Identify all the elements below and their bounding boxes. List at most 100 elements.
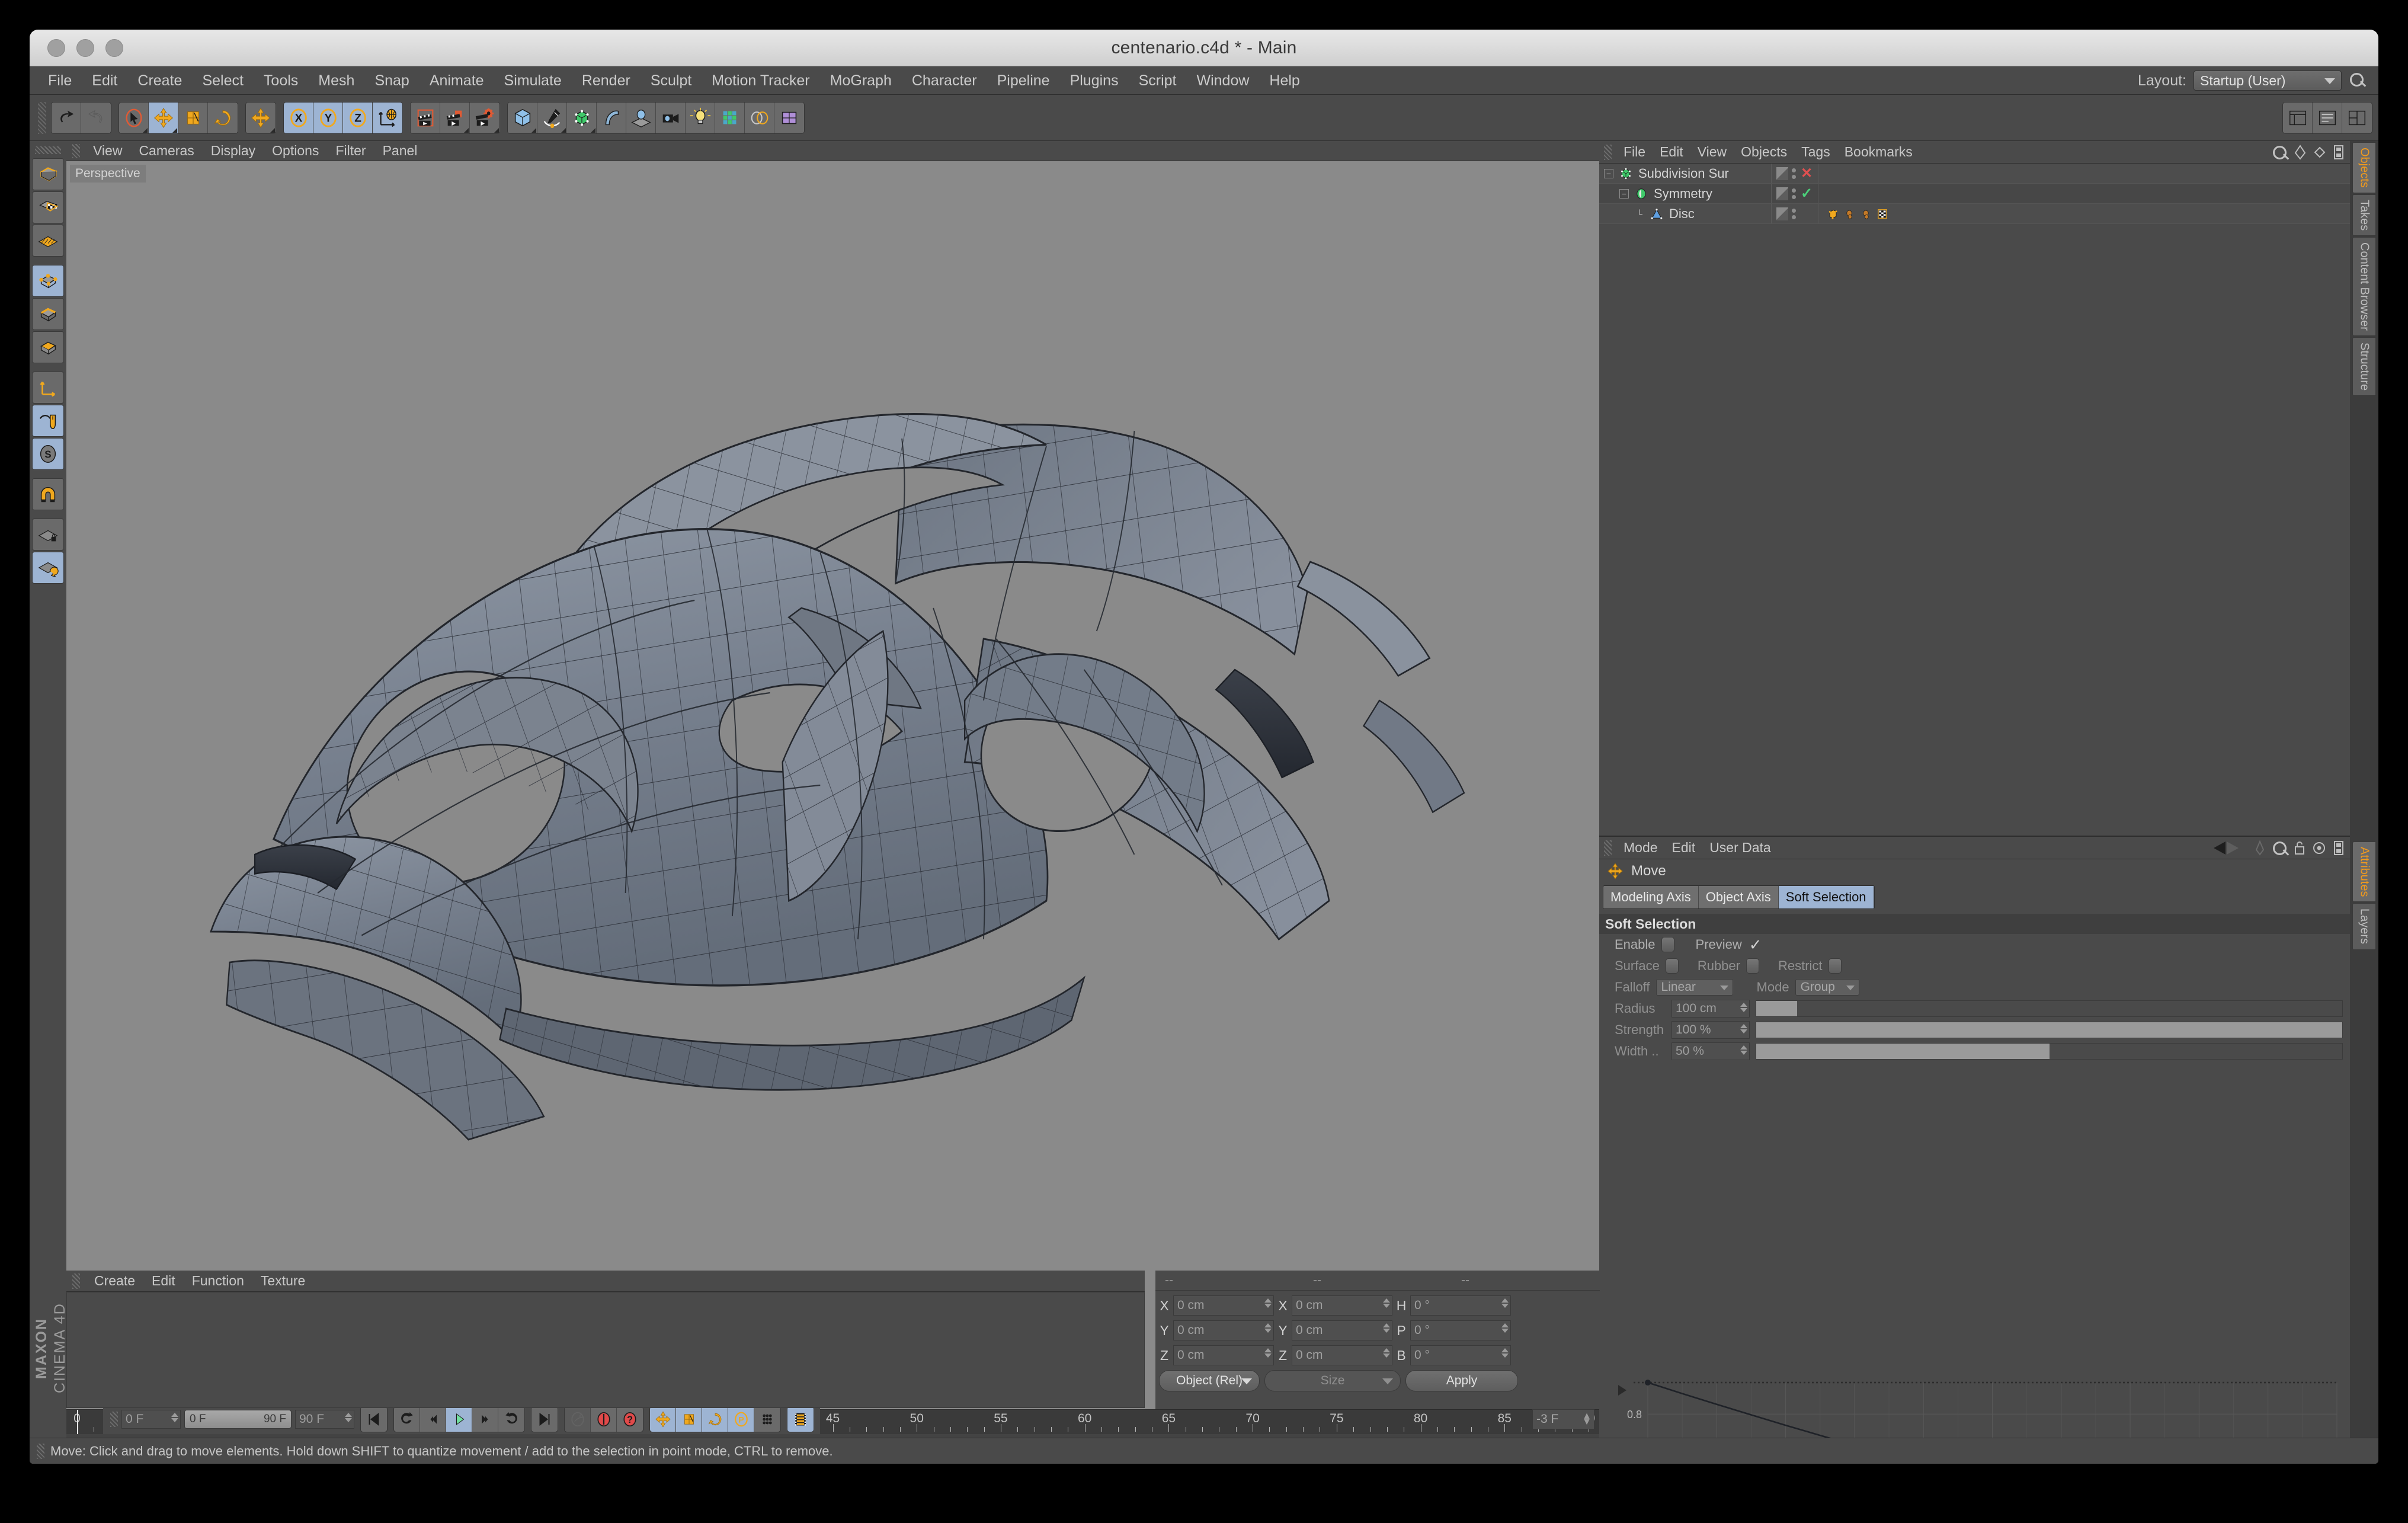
toolbar-button-render-settings[interactable] <box>470 102 499 133</box>
strength-field[interactable]: 100 % <box>1671 1021 1750 1039</box>
filter-icon[interactable] <box>2293 144 2307 160</box>
objmgr-menu-objects[interactable]: Objects <box>1734 144 1794 160</box>
vtab-layers[interactable]: Layers <box>2352 903 2376 950</box>
toolbar-button-render-picture-viewer[interactable] <box>440 102 470 133</box>
material-menu-texture[interactable]: Texture <box>252 1273 313 1289</box>
toolbar-button-content-browser[interactable] <box>2283 102 2313 133</box>
stepper-icon[interactable] <box>345 1413 352 1422</box>
stepper-icon[interactable] <box>1740 1003 1747 1012</box>
stepper-icon[interactable] <box>1501 1348 1509 1358</box>
toolbar-button-layout[interactable] <box>2342 102 2372 133</box>
menu-item-render[interactable]: Render <box>572 66 641 95</box>
menu-item-motion-tracker[interactable]: Motion Tracker <box>702 66 819 95</box>
coord-position-x-field[interactable]: 0 cm <box>1173 1295 1274 1316</box>
timeline-grip[interactable] <box>110 1412 118 1427</box>
objmgr-menu-file[interactable]: File <box>1616 144 1653 160</box>
rubber-checkbox[interactable] <box>1746 958 1759 974</box>
toolbar-button-spline-pen[interactable] <box>537 102 567 133</box>
expand-toggle-icon[interactable]: └ <box>1635 209 1644 219</box>
menu-item-sculpt[interactable]: Sculpt <box>641 66 702 95</box>
coord-mode-select[interactable]: Object (Rel) <box>1159 1370 1260 1391</box>
toolbar-button-bend-deformer[interactable] <box>597 102 626 133</box>
vtab-objects[interactable]: Objects <box>2352 142 2376 193</box>
coord-position-y-field[interactable]: 0 cm <box>1173 1320 1274 1340</box>
menu-item-simulate[interactable]: Simulate <box>494 66 572 95</box>
transport-scale-key[interactable] <box>676 1407 702 1432</box>
menu-item-animate[interactable]: Animate <box>420 66 494 95</box>
expand-toggle-icon[interactable]: − <box>1619 188 1629 199</box>
toolbar-button-mograph[interactable] <box>715 102 745 133</box>
transport-rotation-key[interactable] <box>702 1407 728 1432</box>
object-row[interactable]: − Subdivision Sur ✕ <box>1599 164 2350 184</box>
menu-item-window[interactable]: Window <box>1186 66 1259 95</box>
search-icon[interactable] <box>2272 145 2287 160</box>
viewport-menu-grip[interactable] <box>72 143 80 158</box>
toolbar-button-attributes[interactable] <box>2313 102 2342 133</box>
search-icon[interactable] <box>2349 72 2367 89</box>
menu-item-script[interactable]: Script <box>1129 66 1187 95</box>
transport-keyframe-selection[interactable]: ? <box>617 1407 643 1432</box>
left-tool-magnet[interactable] <box>32 478 64 510</box>
attr-menu-mode[interactable]: Mode <box>1616 840 1665 856</box>
object-manager-grip[interactable] <box>1604 144 1612 160</box>
viewport-menu-filter[interactable]: Filter <box>327 143 374 159</box>
attribute-manager-grip[interactable] <box>1604 840 1612 856</box>
vtab-structure[interactable]: Structure <box>2352 337 2376 396</box>
menu-item-edit[interactable]: Edit <box>82 66 127 95</box>
timeline-offset-field[interactable]: -3 F ▲ ▼ <box>1532 1409 1594 1429</box>
objmgr-menu-view[interactable]: View <box>1690 144 1734 160</box>
menu-item-plugins[interactable]: Plugins <box>1060 66 1129 95</box>
visibility-dots-icon[interactable] <box>1792 168 1796 179</box>
objmgr-menu-tags[interactable]: Tags <box>1794 144 1837 160</box>
object-enable-state-icon[interactable]: ✕ <box>1801 165 1813 182</box>
menu-item-tools[interactable]: Tools <box>254 66 308 95</box>
visibility-icon[interactable] <box>1776 167 1788 180</box>
toolbar-button-axis-y[interactable]: Y <box>313 102 343 133</box>
left-tool-polygons-mode[interactable] <box>32 331 64 363</box>
menu-item-pipeline[interactable]: Pipeline <box>987 66 1060 95</box>
preview-end-field[interactable]: 90 F <box>295 1410 354 1429</box>
menu-item-character[interactable]: Character <box>902 66 987 95</box>
radius-slider[interactable] <box>1756 1000 2343 1017</box>
width-slider[interactable] <box>1756 1043 2343 1060</box>
layout-select[interactable]: Startup (User) <box>2194 71 2342 91</box>
transport-play-back-loop[interactable] <box>394 1407 420 1432</box>
toolbar-button-world-coord[interactable] <box>373 102 402 133</box>
stepper-icon[interactable] <box>1383 1298 1390 1308</box>
toolbar-button-axis-x[interactable]: X <box>284 102 313 133</box>
timeline-range-slider[interactable]: 0 F 90 F <box>184 1410 292 1429</box>
visibility-dots-icon[interactable] <box>1792 208 1796 219</box>
diamond-icon[interactable] <box>2313 146 2326 159</box>
toolbar-button-redo[interactable] <box>81 102 111 133</box>
transport-step-forward[interactable] <box>472 1407 498 1432</box>
toolbar-button-deformer[interactable] <box>774 102 804 133</box>
attr-tab-object-axis[interactable]: Object Axis <box>1698 886 1779 908</box>
coord-size-y-field[interactable]: 0 cm <box>1292 1320 1392 1340</box>
left-tool-planar-workplane[interactable] <box>32 552 64 584</box>
status-grip[interactable] <box>37 1443 44 1459</box>
radius-field[interactable]: 100 cm <box>1671 1000 1750 1018</box>
left-tool-object-axis[interactable] <box>32 372 64 404</box>
transport-play-forward-loop[interactable] <box>498 1407 524 1432</box>
toolbar-button-move[interactable] <box>246 102 276 133</box>
transport-goto-end[interactable] <box>531 1407 558 1432</box>
material-menu-create[interactable]: Create <box>86 1273 143 1289</box>
width-field[interactable]: 50 % <box>1671 1042 1750 1060</box>
stepper-icon[interactable]: ▲ ▼ <box>1582 1412 1592 1427</box>
object-tree[interactable]: − Subdivision Sur ✕ − Symmetry ✓ └ Disc <box>1599 164 2350 832</box>
viewport-menu-display[interactable]: Display <box>203 143 264 159</box>
toolbar-button-render-view[interactable] <box>411 102 440 133</box>
menu-item-mograph[interactable]: MoGraph <box>820 66 902 95</box>
stepper-icon[interactable] <box>1740 1045 1747 1055</box>
attr-tab-soft-selection[interactable]: Soft Selection <box>1778 886 1874 908</box>
nav-back-forward-icon[interactable] <box>2211 840 2248 856</box>
enable-checkbox[interactable] <box>1661 937 1674 952</box>
menu-item-select[interactable]: Select <box>192 66 253 95</box>
menu-item-mesh[interactable]: Mesh <box>308 66 364 95</box>
attribute-tabs[interactable]: Modeling Axis Object Axis Soft Selection <box>1603 885 1875 909</box>
search-icon[interactable] <box>2272 840 2287 856</box>
material-list[interactable] <box>66 1292 1145 1408</box>
material-menu-grip[interactable] <box>72 1273 80 1289</box>
left-tool-model-mode[interactable] <box>32 158 64 190</box>
vtab-attributes[interactable]: Attributes <box>2352 842 2376 903</box>
